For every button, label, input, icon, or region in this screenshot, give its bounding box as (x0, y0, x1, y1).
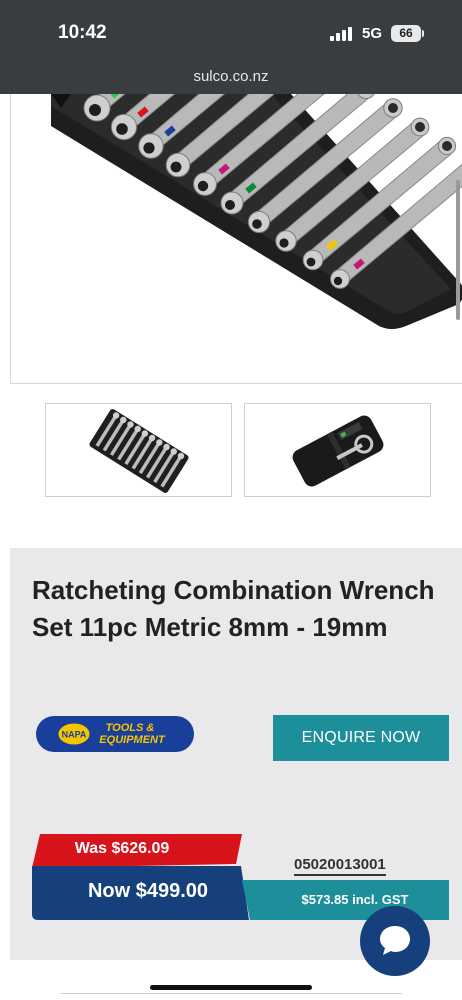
battery-icon: 66 (391, 25, 421, 42)
product-sku[interactable]: 05020013001 (294, 856, 386, 876)
url-text: sulco.co.nz (193, 68, 269, 85)
logo-tagline-line2: EQUIPMENT (99, 734, 166, 746)
napa-tools-equipment-logo: NAPA TOOLS & EQUIPMENT (36, 716, 194, 752)
scrollbar-thumb[interactable] (456, 180, 460, 320)
enquire-now-button[interactable]: ENQUIRE NOW (273, 715, 449, 761)
thumbnail-open-roll[interactable] (45, 403, 232, 497)
wrench-set-thumbnail-image (89, 409, 189, 493)
chat-bubble-icon (380, 926, 410, 955)
bottom-divider (60, 993, 402, 994)
status-bar: 10:42 5G 66 (0, 0, 462, 64)
status-time: 10:42 (58, 22, 107, 43)
pouch-thumbnail-image (292, 415, 384, 487)
url-bar[interactable]: sulco.co.nz (0, 64, 462, 94)
gst-price: $573.85 incl. GST (301, 892, 409, 907)
now-price: Now $499.00 (87, 880, 209, 902)
wrench-set-image (51, 94, 462, 329)
signal-icon (330, 27, 352, 41)
chat-button[interactable] (360, 906, 430, 976)
product-title: Ratcheting Combination Wrench Set 11pc M… (32, 575, 435, 642)
network-label: 5G (362, 25, 383, 42)
main-product-image[interactable] (10, 94, 462, 384)
was-price: Was $626.09 (74, 840, 170, 857)
battery-tip (422, 30, 424, 37)
thumbnail-rolled-pouch[interactable] (244, 403, 431, 497)
logo-tagline-line1: TOOLS & (106, 722, 155, 734)
logo-brand: NAPA (62, 730, 87, 740)
home-indicator (150, 985, 312, 990)
